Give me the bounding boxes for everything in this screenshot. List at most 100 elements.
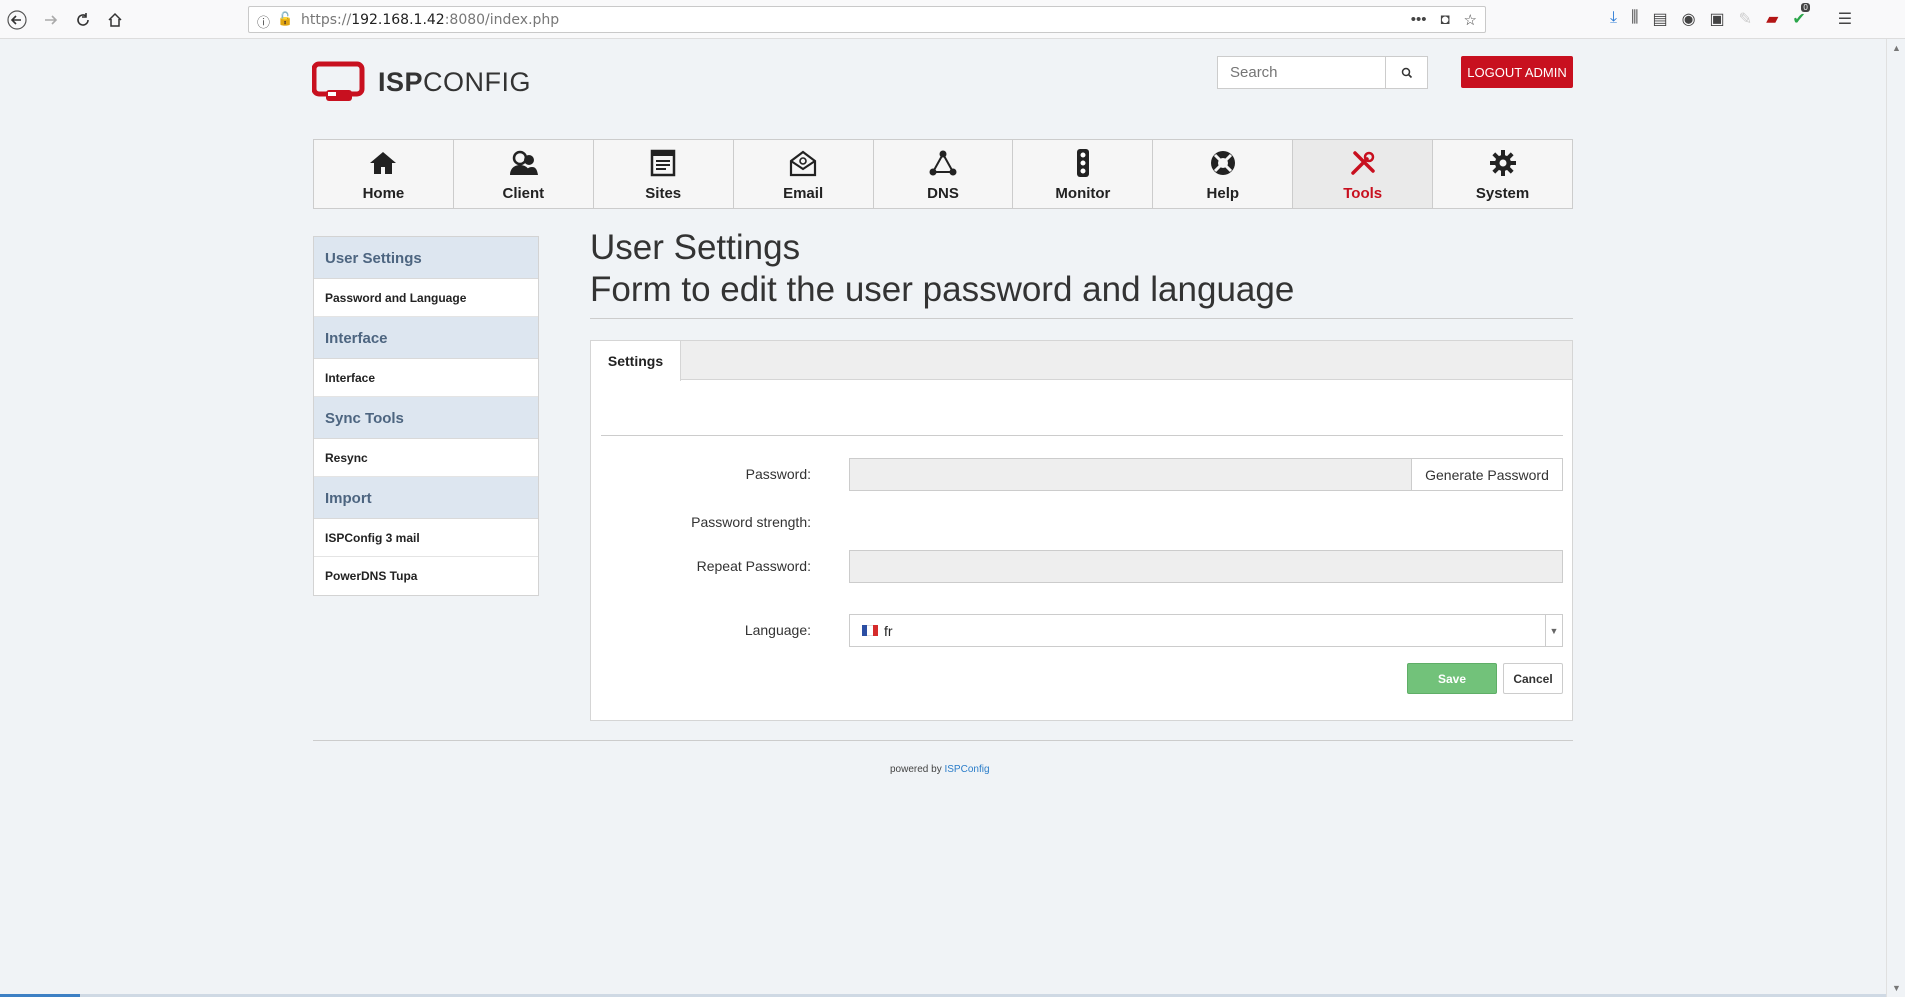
sidebar-heading-sync-tools: Sync Tools — [314, 397, 538, 439]
menu-icon[interactable]: ☰ — [1838, 9, 1852, 29]
language-value: fr — [884, 622, 893, 639]
logo-text: ISPCONFIG — [378, 67, 531, 98]
save-button[interactable]: Save — [1407, 663, 1497, 694]
sidebar-item-powerdns-tupa[interactable]: PowerDNS Tupa — [314, 557, 538, 595]
dns-icon — [929, 150, 957, 176]
generate-password-button[interactable]: Generate Password — [1411, 458, 1563, 491]
tab-email[interactable]: Email — [734, 140, 874, 208]
back-arrow-icon — [7, 10, 27, 30]
vertical-scrollbar[interactable]: ▲ ▼ — [1886, 39, 1905, 997]
logout-button[interactable]: LOGOUT ADMIN — [1461, 56, 1573, 88]
tab-home-label: Home — [362, 185, 405, 202]
extension-icon[interactable]: ▣ — [1710, 9, 1725, 29]
tab-email-label: Email — [783, 185, 824, 202]
account-icon[interactable]: ◉ — [1682, 9, 1696, 29]
library-icon[interactable]: ⫼ — [1631, 9, 1638, 29]
settings-panel: Settings Password: Generate Password Pas… — [590, 340, 1573, 721]
url-text: https://192.168.1.42:8080/index.php — [301, 12, 559, 28]
url-path: :8080/index.php — [444, 12, 560, 28]
tab-monitor[interactable]: Monitor — [1013, 140, 1154, 208]
browser-toolbar: ⓘ 🔓 https://192.168.1.42:8080/index.php … — [0, 0, 1905, 39]
password-strength-label: Password strength: — [691, 514, 811, 530]
form-tabbar — [591, 341, 1572, 380]
tab-dns-label: DNS — [927, 185, 959, 202]
reload-button[interactable] — [70, 7, 96, 33]
download-icon[interactable]: ⤓ — [1610, 9, 1617, 29]
sidebar: User Settings Password and Language Inte… — [313, 236, 539, 596]
forward-arrow-icon — [45, 15, 58, 25]
sidebar-heading-interface: Interface — [314, 317, 538, 359]
tab-system-label: System — [1475, 185, 1530, 202]
sidebar-heading-user-settings: User Settings — [314, 237, 538, 279]
sidebar-item-resync[interactable]: Resync — [314, 439, 538, 477]
password-field[interactable] — [849, 458, 1411, 491]
tab-monitor-label: Monitor — [1055, 185, 1111, 202]
email-icon — [790, 150, 817, 177]
scroll-up-icon[interactable]: ▲ — [1892, 43, 1901, 53]
extension-badge: 0 — [1801, 3, 1810, 12]
tab-client-label: Client — [502, 185, 545, 202]
title-divider — [590, 318, 1573, 319]
search-icon — [1401, 67, 1412, 78]
sidebar-item-ispconfig3-mail[interactable]: ISPConfig 3 mail — [314, 519, 538, 557]
forward-button[interactable] — [38, 7, 64, 33]
password-label: Password: — [745, 466, 811, 482]
sidebar-item-interface[interactable]: Interface — [314, 359, 538, 397]
sidebar-toggle-icon[interactable]: ▤ — [1652, 9, 1667, 29]
search-button[interactable] — [1386, 56, 1428, 89]
tab-settings[interactable]: Settings — [591, 341, 681, 381]
address-bar[interactable]: ⓘ 🔓 https://192.168.1.42:8080/index.php … — [248, 6, 1486, 33]
tools-icon — [1350, 151, 1375, 175]
tab-dns[interactable]: DNS — [874, 140, 1014, 208]
footer-prefix: powered by — [890, 764, 942, 775]
footer-ispconfig-link[interactable]: ISPConfig — [944, 764, 989, 775]
pdf-icon[interactable]: ▰ — [1766, 9, 1778, 29]
search-input[interactable] — [1217, 56, 1386, 89]
footer-divider — [313, 740, 1573, 741]
language-label: Language: — [744, 622, 811, 638]
browser-home-icon — [108, 12, 122, 27]
main-navigation: Home Client Sites Email DNS Monitor Help… — [313, 139, 1573, 209]
help-icon — [1210, 151, 1235, 175]
shield-check-icon[interactable]: ✔ 0 — [1792, 3, 1810, 29]
tab-tools[interactable]: Tools — [1293, 140, 1434, 208]
chevron-down-icon[interactable]: ▼ — [1545, 615, 1562, 646]
tab-help[interactable]: Help — [1153, 140, 1294, 208]
repeat-password-field[interactable] — [849, 550, 1563, 583]
tab-system[interactable]: System — [1433, 140, 1572, 208]
disabled-extension-icon[interactable]: ✎ — [1739, 9, 1752, 29]
search-form — [1217, 56, 1428, 89]
reload-icon — [77, 13, 89, 26]
page-subtitle: Form to edit the user password and langu… — [590, 270, 1295, 309]
url-scheme: https:// — [301, 12, 352, 28]
page-actions-icon[interactable]: ••• — [1411, 11, 1427, 29]
home-icon — [370, 152, 397, 174]
pocket-icon[interactable]: ◘ — [1440, 11, 1449, 29]
ispconfig-logo[interactable]: ISPCONFIG — [311, 60, 531, 104]
sidebar-heading-import: Import — [314, 477, 538, 519]
client-icon — [510, 150, 539, 175]
cancel-button[interactable]: Cancel — [1503, 663, 1563, 694]
url-host: 192.168.1.42 — [351, 12, 445, 28]
page-title-block: User Settings Form to edit the user pass… — [590, 227, 1294, 311]
tab-client[interactable]: Client — [454, 140, 594, 208]
tab-tools-label: Tools — [1343, 185, 1383, 202]
sidebar-item-password-and-language[interactable]: Password and Language — [314, 279, 538, 317]
tab-home[interactable]: Home — [314, 140, 454, 208]
logo-text-bold: ISP — [378, 66, 424, 97]
scroll-down-icon[interactable]: ▼ — [1892, 983, 1901, 993]
repeat-password-label: Repeat Password: — [696, 558, 811, 574]
monitor-icon — [1076, 149, 1089, 177]
tab-sites[interactable]: Sites — [594, 140, 734, 208]
home-browser-button[interactable] — [102, 7, 128, 33]
bookmark-star-icon[interactable]: ☆ — [1464, 11, 1477, 29]
french-flag-icon — [862, 625, 878, 636]
back-button[interactable] — [4, 7, 30, 33]
form-divider — [601, 435, 1563, 436]
lock-warning-icon: 🔓 — [277, 11, 294, 26]
sites-icon — [650, 149, 676, 177]
info-icon: ⓘ — [257, 15, 271, 30]
language-select[interactable]: fr ▼ — [849, 614, 1563, 647]
tab-sites-label: Sites — [645, 185, 682, 202]
gear-icon — [1489, 150, 1516, 176]
